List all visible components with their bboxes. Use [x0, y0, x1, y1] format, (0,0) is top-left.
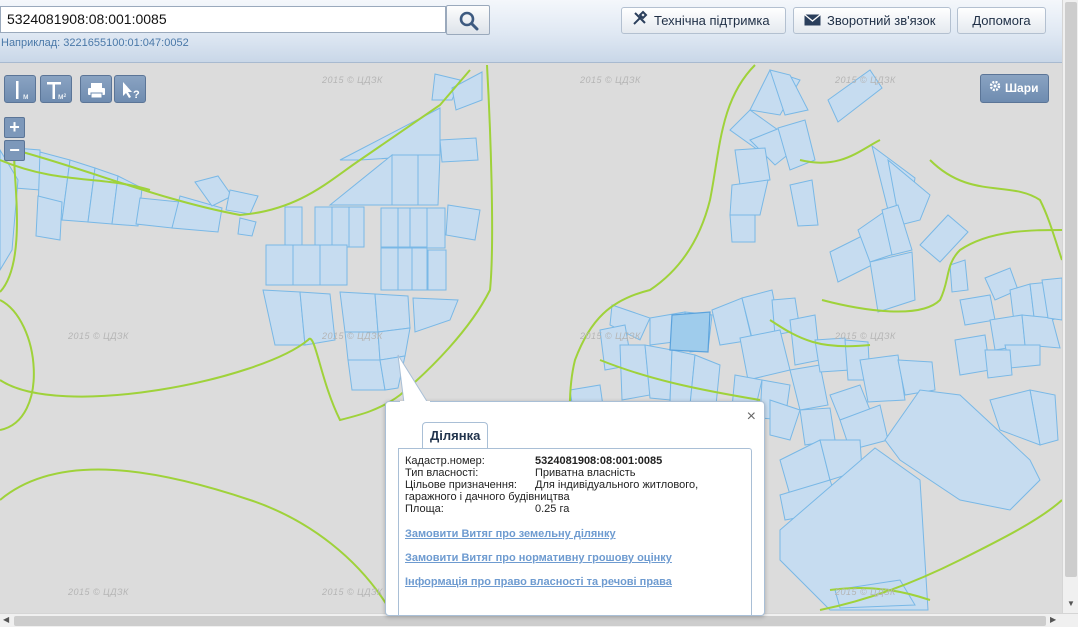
search-button[interactable] — [446, 5, 490, 35]
print-button[interactable] — [80, 75, 112, 103]
measure-area-button[interactable]: м² — [40, 75, 72, 103]
tech-support-button[interactable]: Технічна підтримка — [621, 7, 786, 34]
watermark: 2015 © ЦДЗК — [68, 587, 129, 597]
zoom-out-button[interactable]: − — [4, 140, 25, 161]
watermark: 2015 © ЦДЗК — [322, 587, 383, 597]
scroll-right-arrow-icon[interactable]: ▶ — [1050, 615, 1056, 624]
watermark: 2015 © ЦДЗК — [322, 331, 383, 341]
print-icon — [88, 83, 105, 99]
vertical-scroll-thumb[interactable] — [1065, 2, 1077, 577]
tab-parcel[interactable]: Ділянка — [422, 422, 489, 448]
svg-text:м: м — [23, 92, 29, 101]
info-key: Тип власності: — [405, 467, 479, 479]
scroll-down-arrow-icon[interactable]: ▼ — [1067, 599, 1075, 608]
watermark: 2015 © ЦДЗК — [835, 587, 896, 597]
measure-distance-icon: м — [16, 81, 29, 101]
info-key: Площа: — [405, 503, 444, 515]
measure-area-icon: м² — [47, 82, 67, 101]
vertical-scrollbar[interactable]: ▼ — [1062, 0, 1078, 613]
horizontal-scroll-thumb[interactable] — [14, 616, 1046, 626]
parcel-info-panel: Кадастр.номер: 5324081908:08:001:0085 Ти… — [398, 448, 752, 616]
layers-label: Шари — [1005, 81, 1039, 95]
watermark: 2015 © ЦДЗК — [580, 331, 641, 341]
selected-parcel[interactable] — [669, 311, 711, 353]
search-icon — [459, 11, 479, 31]
order-valuation-extract-link[interactable]: Замовити Витяг про нормативну грошову оц… — [405, 552, 672, 564]
info-key: Кадастр.номер: — [405, 455, 485, 467]
scroll-left-arrow-icon[interactable]: ◀ — [3, 615, 9, 624]
cadastral-search-input[interactable]: 5324081908:08:001:0085 — [0, 6, 446, 33]
envelope-icon — [804, 9, 821, 34]
info-value: Приватна власність — [535, 467, 636, 479]
svg-text:?: ? — [133, 89, 140, 101]
tools-icon — [632, 9, 648, 34]
parcel-info-popup: × Ділянка Кадастр.номер: 5324081908:08:0… — [385, 401, 765, 616]
watermark: 2015 © ЦДЗК — [322, 75, 383, 85]
watermark: 2015 © ЦДЗК — [835, 75, 896, 85]
info-value: 5324081908:08:001:0085 — [535, 455, 663, 467]
help-button[interactable]: Допомога — [957, 7, 1046, 34]
layers-button[interactable]: Шари — [980, 74, 1049, 103]
close-icon[interactable]: × — [747, 408, 756, 426]
watermark: 2015 © ЦДЗК — [580, 75, 641, 85]
feedback-label: Зворотний зв'язок — [827, 13, 936, 28]
order-land-extract-link[interactable]: Замовити Витяг про земельну ділянку — [405, 528, 616, 540]
cadastral-map-app: 5324081908:08:001:0085 Наприклад: 322165… — [0, 0, 1078, 627]
search-example-hint: Наприклад: 3221655100:01:047:0052 — [1, 37, 189, 49]
info-value: 0.25 га — [535, 503, 570, 515]
feedback-button[interactable]: Зворотний зв'язок — [793, 7, 951, 34]
identify-icon: ? — [123, 82, 140, 101]
popup-pointer — [397, 354, 430, 405]
zoom-in-button[interactable]: + — [4, 117, 25, 138]
watermark: 2015 © ЦДЗК — [835, 331, 896, 341]
header-bar: 5324081908:08:001:0085 Наприклад: 322165… — [0, 0, 1062, 63]
info-row-purpose: Цільове призначення: Для індивідуального… — [405, 479, 745, 503]
identify-button[interactable]: ? — [114, 75, 146, 103]
gear-icon — [989, 75, 1001, 102]
watermark: 2015 © ЦДЗК — [68, 331, 129, 341]
ownership-rights-link[interactable]: Інформація про право власності та речові… — [405, 576, 672, 588]
svg-text:м²: м² — [58, 92, 67, 101]
measure-distance-button[interactable]: м — [4, 75, 36, 103]
tech-support-label: Технічна підтримка — [654, 13, 770, 28]
info-value: Для індивідуального житлового, гаражного… — [405, 479, 699, 503]
